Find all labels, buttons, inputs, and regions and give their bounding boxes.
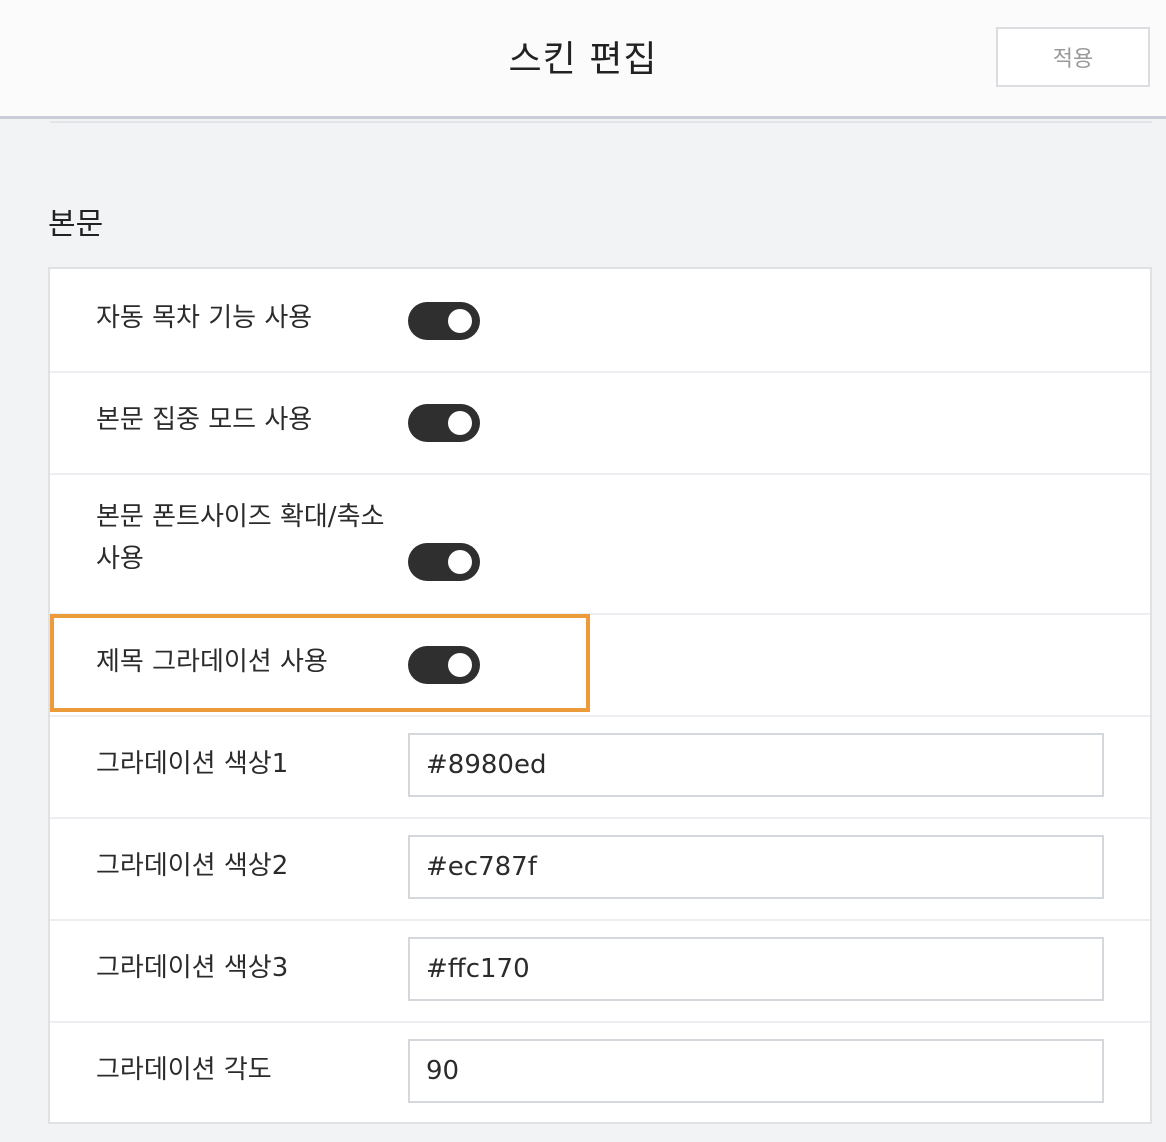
field-label: 그라데이션 각도 [96,1055,272,1085]
setting-label: 자동 목차 기능 사용 [96,303,313,333]
toggle-knob [448,550,472,574]
auto-toc-toggle[interactable] [408,302,480,340]
gradient-angle-input[interactable] [408,1039,1104,1103]
apply-button[interactable]: 적용 [996,27,1150,87]
field-label: 그라데이션 색상1 [96,749,289,779]
font-size-toggle[interactable] [408,543,480,581]
field-label: 그라데이션 색상2 [96,851,289,881]
settings-panel: 자동 목차 기능 사용 본문 집중 모드 사용 본문 폰트사이즈 확대/축소 사… [48,267,1152,1124]
gradient-color-2-input[interactable] [408,835,1104,899]
app-header: 스킨 편집 적용 [0,0,1166,119]
toggle-knob [448,653,472,677]
field-label: 그라데이션 색상3 [96,953,289,983]
setting-row-gradient-color-2: 그라데이션 색상2 [50,817,1150,921]
setting-row-gradient-color-3: 그라데이션 색상3 [50,919,1150,1023]
setting-row-gradient-color-1: 그라데이션 색상1 [50,715,1150,819]
toggle-knob [448,411,472,435]
toggle-knob [448,309,472,333]
setting-label: 제목 그라데이션 사용 [96,647,328,677]
setting-row-auto-toc: 자동 목차 기능 사용 [50,269,1150,373]
divider [50,121,1152,123]
gradient-color-1-input[interactable] [408,733,1104,797]
setting-row-focus-mode: 본문 집중 모드 사용 [50,371,1150,475]
setting-label: 본문 집중 모드 사용 [96,405,313,435]
title-gradient-toggle[interactable] [408,646,480,684]
page-title: 스킨 편집 [508,39,658,80]
setting-row-title-gradient: 제목 그라데이션 사용 [50,613,1150,717]
focus-mode-toggle[interactable] [408,404,480,442]
gradient-color-3-input[interactable] [408,937,1104,1001]
setting-label-line2: 사용 [96,544,144,574]
setting-label-line1: 본문 폰트사이즈 확대/축소 [96,502,385,532]
section-title: 본문 [48,207,104,242]
setting-row-gradient-angle: 그라데이션 각도 [50,1021,1150,1122]
setting-row-font-size: 본문 폰트사이즈 확대/축소 사용 [50,473,1150,615]
